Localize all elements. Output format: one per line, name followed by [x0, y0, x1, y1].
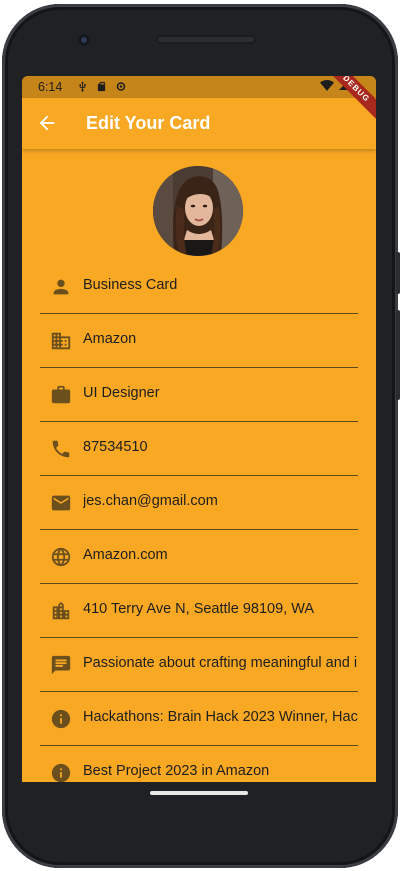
home-indicator[interactable] — [150, 791, 248, 795]
avatar-image — [153, 166, 243, 256]
chat-icon — [51, 655, 71, 675]
briefcase-icon — [51, 385, 71, 404]
back-arrow-icon[interactable] — [36, 112, 58, 134]
front-camera — [78, 34, 90, 46]
usb-icon — [79, 81, 86, 92]
page-title: Edit Your Card — [86, 113, 211, 133]
power-button — [396, 252, 400, 294]
job-title-field[interactable]: UI Designer — [40, 367, 358, 422]
awards-field[interactable]: Best Project 2023 in Amazon — [40, 745, 358, 782]
app-bar: Edit Your Card — [22, 98, 376, 149]
achievements-field-value: Hackathons: Brain Hack 2023 Winner, Hack — [83, 709, 358, 725]
email-icon — [51, 495, 71, 511]
wifi-icon — [320, 79, 334, 91]
volume-button — [396, 310, 400, 400]
phone-icon — [52, 440, 70, 458]
name-field[interactable]: Business Card — [40, 259, 358, 314]
earpiece-speaker — [156, 35, 256, 44]
website-field-value: Amazon.com — [83, 547, 168, 563]
awards-field-value: Best Project 2023 in Amazon — [83, 763, 270, 779]
email-field-value: jes.chan@gmail.com — [83, 493, 218, 509]
globe-icon — [51, 547, 71, 567]
sd-card-icon — [97, 81, 106, 92]
info-icon — [51, 709, 71, 729]
settings-icon — [116, 82, 126, 91]
info-icon — [51, 763, 71, 782]
profile-avatar[interactable] — [153, 166, 243, 256]
email-field[interactable]: jes.chan@gmail.com — [40, 475, 358, 530]
company-field[interactable]: Amazon — [40, 313, 358, 368]
job-title-field-value: UI Designer — [83, 385, 160, 401]
phone-field[interactable]: 87534510 — [40, 421, 358, 476]
status-bar: 6:14 — [22, 76, 376, 98]
company-field-value: Amazon — [83, 331, 137, 347]
person-icon — [53, 279, 69, 295]
status-time: 6:14 — [38, 80, 63, 94]
achievements-field[interactable]: Hackathons: Brain Hack 2023 Winner, Hack — [40, 691, 358, 746]
website-field[interactable]: Amazon.com — [40, 529, 358, 584]
name-field-value: Business Card — [83, 277, 178, 293]
bio-field-value: Passionate about crafting meaningful and… — [83, 655, 358, 671]
phone-field-value: 87534510 — [83, 439, 148, 455]
location-city-icon — [52, 601, 70, 620]
status-notification-icons — [77, 80, 127, 93]
business-icon — [51, 332, 71, 350]
app-screen: 6:14 DEBUG Edit Your Card Business Card … — [22, 76, 376, 782]
bio-field[interactable]: Passionate about crafting meaningful and… — [40, 637, 358, 692]
address-field-value: 410 Terry Ave N, Seattle 98109, WA — [83, 601, 315, 617]
address-field[interactable]: 410 Terry Ave N, Seattle 98109, WA — [40, 583, 358, 638]
